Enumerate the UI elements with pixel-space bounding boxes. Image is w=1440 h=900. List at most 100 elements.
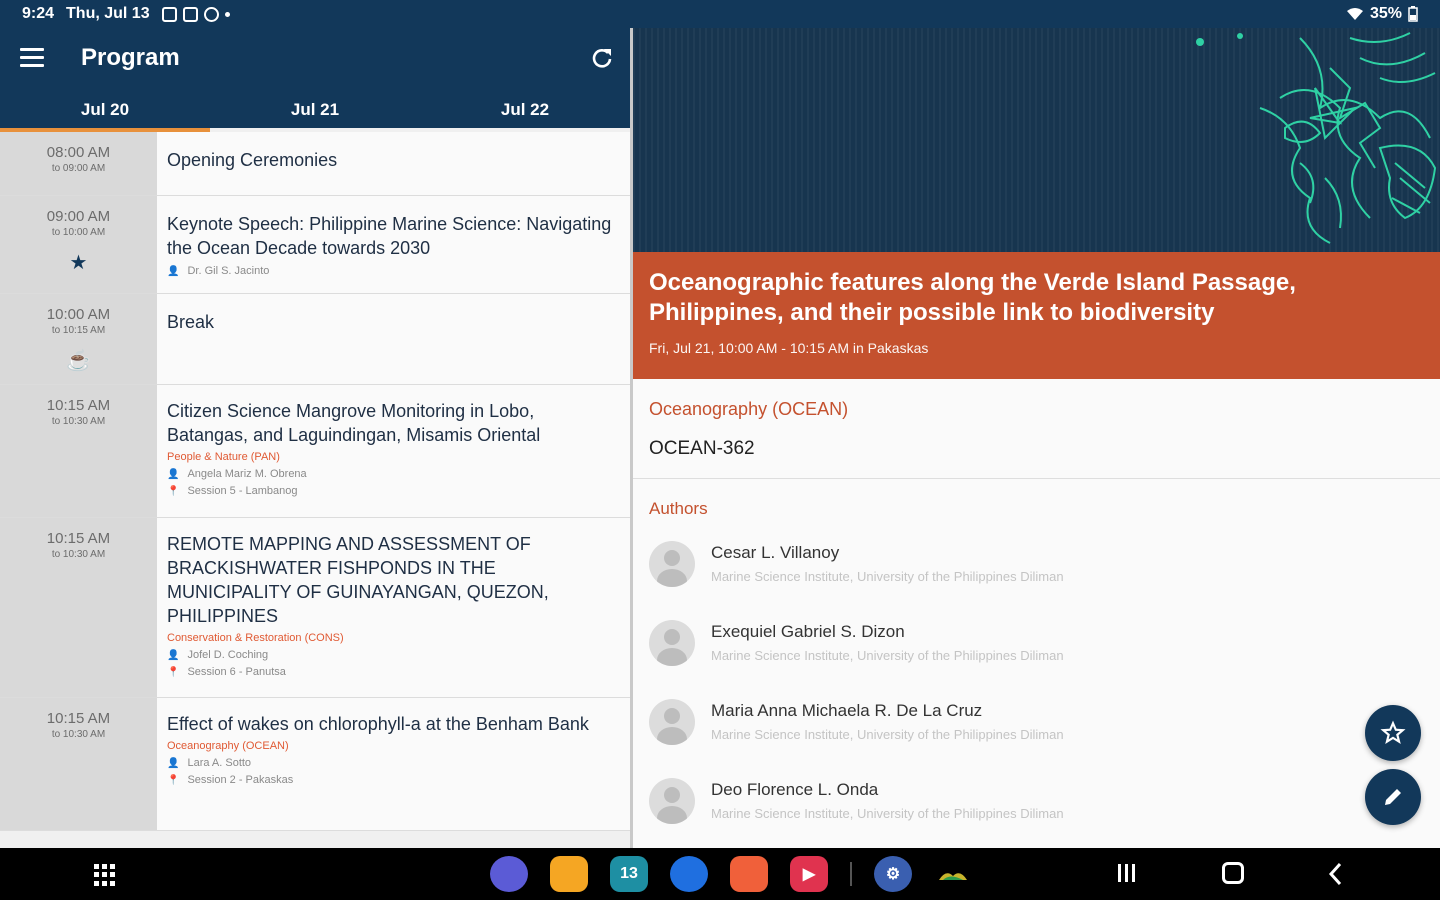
- avatar: [649, 778, 695, 824]
- youtube-app-icon[interactable]: ▶: [790, 856, 828, 892]
- app-bar: Program Jul 20 Jul 21 Jul 22: [0, 28, 630, 132]
- session-title: Citizen Science Mangrove Monitoring in L…: [167, 401, 541, 445]
- session-row[interactable]: 10:15 AM to 10:30 AM Effect of wakes on …: [0, 698, 630, 831]
- location-pin-icon: 📍: [167, 774, 180, 786]
- speaker-name: Jofel D. Coching: [187, 649, 269, 661]
- session-room: 📍 Session 6 - Panutsa: [167, 666, 620, 678]
- author-item[interactable]: Exequiel Gabriel S. Dizon Marine Science…: [649, 620, 1424, 671]
- marine-life-illustration: [1196, 32, 1437, 244]
- session-room: 📍 Session 2 - Pakaskas: [167, 774, 620, 786]
- session-end: to 10:30 AM: [51, 416, 106, 427]
- author-affiliation: Marine Science Institute, University of …: [711, 806, 1064, 821]
- session-time: 10:00 AM to 10:15 AM ☕: [0, 294, 157, 384]
- calendar-app-icon[interactable]: 13: [610, 856, 648, 892]
- author-affiliation: Marine Science Institute, University of …: [711, 648, 1064, 663]
- session-time: 08:00 AM to 09:00 AM: [0, 132, 157, 195]
- session-end: to 10:15 AM: [51, 325, 106, 336]
- status-bar: 9:24 Thu, Jul 13 35%: [0, 0, 1440, 28]
- author-info: Deo Florence L. Onda Marine Science Inst…: [711, 778, 1064, 821]
- pencil-icon: [1385, 789, 1401, 805]
- status-time: 9:24: [22, 5, 55, 22]
- session-start: 08:00 AM: [46, 144, 111, 161]
- contacts-app-icon[interactable]: [730, 856, 768, 892]
- session-content: Keynote Speech: Philippine Marine Scienc…: [157, 196, 630, 293]
- author-item[interactable]: Deo Florence L. Onda Marine Science Inst…: [649, 778, 1424, 829]
- files-app-icon[interactable]: [550, 856, 588, 892]
- avatar: [649, 620, 695, 666]
- speaker-name: Angela Mariz M. Obrena: [187, 468, 307, 480]
- session-speaker: 👤 Dr. Gil S. Jacinto: [167, 265, 620, 277]
- status-right: 35%: [1346, 5, 1418, 23]
- session-content: Effect of wakes on chlorophyll-a at the …: [157, 698, 630, 830]
- navigation-bar: 13 ▶ ⚙: [0, 848, 1440, 900]
- location-pin-icon: 📍: [167, 666, 180, 678]
- session-start: 10:15 AM: [46, 530, 111, 547]
- session-content: Break: [157, 294, 630, 384]
- session-row[interactable]: 09:00 AM to 10:00 AM ★ Keynote Speech: P…: [0, 196, 630, 294]
- author-name: Exequiel Gabriel S. Dizon: [711, 622, 905, 641]
- person-icon: 👤: [167, 468, 180, 480]
- session-content: REMOTE MAPPING AND ASSESSMENT OF BRACKIS…: [157, 518, 630, 697]
- session-end: to 09:00 AM: [51, 163, 106, 174]
- apps-grid-icon[interactable]: [94, 864, 116, 886]
- status-date: Thu, Jul 13: [66, 5, 150, 22]
- calendar-day: 13: [620, 865, 638, 882]
- author-item[interactable]: Cesar L. Villanoy Marine Science Institu…: [649, 541, 1424, 592]
- star-icon: ★: [69, 252, 88, 274]
- refresh-icon[interactable]: [590, 46, 614, 70]
- gallery-notification-icon: [161, 6, 177, 22]
- location-pin-icon: 📍: [167, 485, 180, 497]
- settings-app-icon[interactable]: ⚙: [874, 856, 912, 892]
- menu-icon[interactable]: [20, 48, 44, 68]
- notification-icons: [161, 6, 230, 22]
- avatar: [649, 699, 695, 745]
- battery-icon: [1408, 6, 1418, 22]
- page-title: Program: [81, 44, 180, 71]
- back-button[interactable]: [1328, 862, 1344, 886]
- session-time: 10:15 AM to 10:30 AM: [0, 698, 157, 830]
- edit-note-button[interactable]: [1365, 769, 1421, 825]
- session-start: 10:15 AM: [46, 397, 111, 414]
- author-item[interactable]: Maria Anna Michaela R. De La Cruz Marine…: [649, 699, 1424, 750]
- sync-notification-icon: [203, 6, 219, 22]
- session-start: 10:00 AM: [46, 306, 111, 323]
- author-name: Maria Anna Michaela R. De La Cruz: [711, 701, 983, 720]
- session-row[interactable]: 10:15 AM to 10:30 AM Citizen Science Man…: [0, 385, 630, 518]
- avatar: [649, 541, 695, 587]
- author-info: Exequiel Gabriel S. Dizon Marine Science…: [711, 620, 1064, 663]
- session-row[interactable]: 10:00 AM to 10:15 AM ☕ Break: [0, 294, 630, 385]
- person-icon: 👤: [167, 757, 180, 769]
- session-row[interactable]: 10:15 AM to 10:30 AM REMOTE MAPPING AND …: [0, 518, 630, 698]
- session-end: to 10:30 AM: [51, 549, 106, 560]
- internet-app-icon[interactable]: [490, 856, 528, 892]
- date-tabs: Jul 20 Jul 21 Jul 22: [0, 90, 630, 132]
- session-speaker: 👤 Lara A. Sotto: [167, 757, 620, 769]
- session-category[interactable]: Oceanography (OCEAN): [649, 399, 1424, 420]
- room-name: Session 6 - Panutsa: [187, 666, 286, 678]
- home-button[interactable]: [1222, 862, 1244, 884]
- more-notifications-icon: [224, 11, 230, 17]
- session-track: Oceanography (OCEAN): [167, 740, 289, 752]
- session-track: Conservation & Restoration (CONS): [167, 632, 344, 644]
- messages-app-icon[interactable]: [670, 856, 708, 892]
- star-outline-icon: [1380, 720, 1406, 745]
- session-time: 10:15 AM to 10:30 AM: [0, 518, 157, 697]
- session-row[interactable]: 08:00 AM to 09:00 AM Opening Ceremonies: [0, 132, 630, 196]
- session-detail-when: Fri, Jul 21, 10:00 AM - 10:15 AM in Paka…: [649, 340, 929, 356]
- conference-app-icon[interactable]: [934, 856, 972, 892]
- recents-button[interactable]: [1118, 864, 1140, 882]
- header-illustration: [633, 28, 1440, 252]
- tab-jul-20[interactable]: Jul 20: [0, 90, 210, 132]
- session-start: 10:15 AM: [46, 710, 111, 727]
- authors-heading: Authors: [649, 499, 708, 518]
- screen: 9:24 Thu, Jul 13 35% Program Jul 20 Jul …: [0, 0, 1440, 900]
- mail-notification-icon: [182, 6, 198, 22]
- author-affiliation: Marine Science Institute, University of …: [711, 569, 1064, 584]
- favorite-button[interactable]: [1365, 705, 1421, 761]
- session-speaker: 👤 Jofel D. Coching: [167, 649, 620, 661]
- tab-jul-21[interactable]: Jul 21: [210, 90, 420, 132]
- tab-jul-22[interactable]: Jul 22: [420, 90, 630, 132]
- session-track: People & Nature (PAN): [167, 451, 280, 463]
- speaker-name: Dr. Gil S. Jacinto: [187, 265, 270, 277]
- session-room: 📍 Session 5 - Lambanog: [167, 485, 620, 497]
